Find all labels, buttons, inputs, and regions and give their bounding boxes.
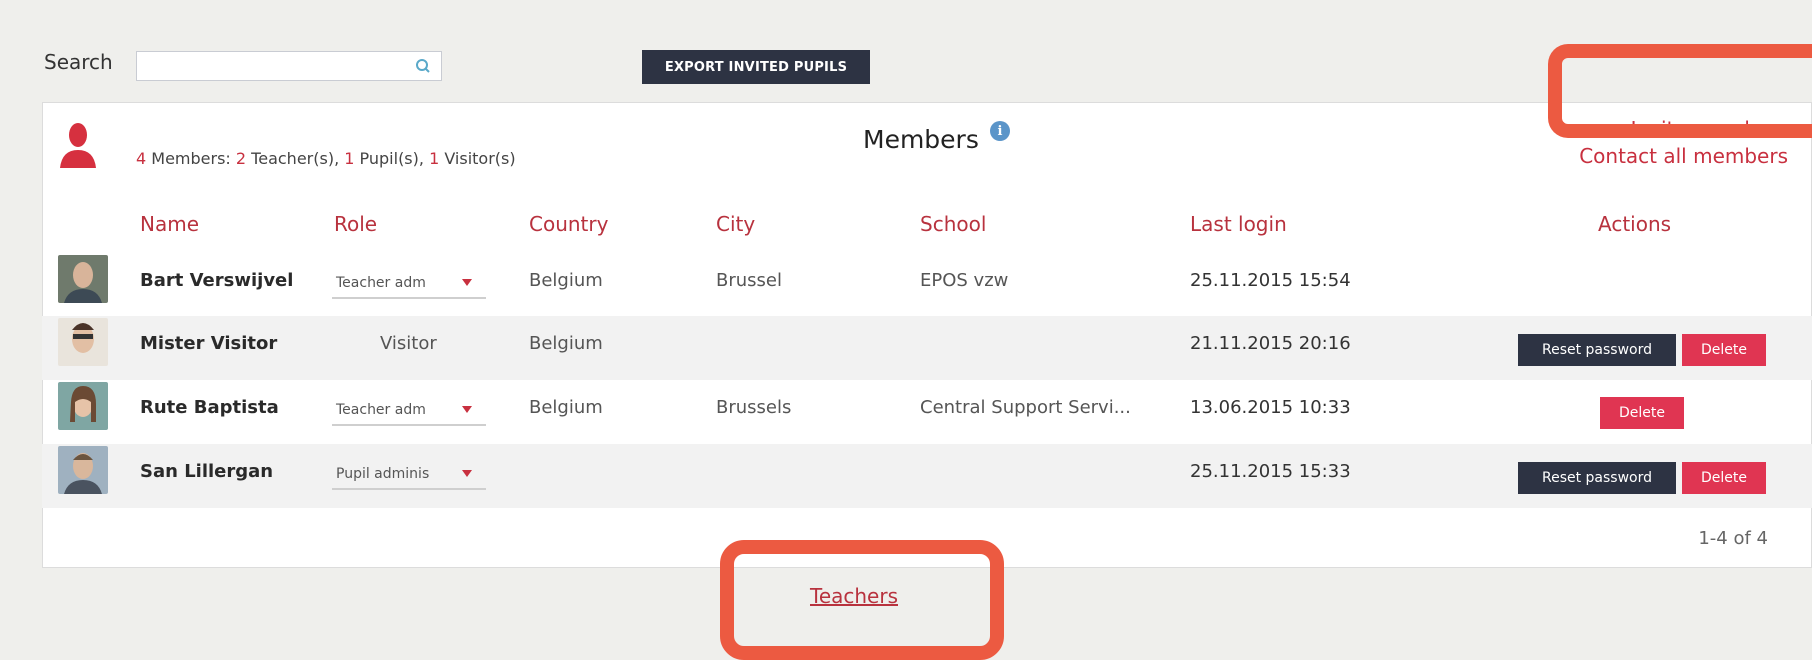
summary-count: 4 [136, 149, 147, 168]
summary-text: Visitor(s) [439, 149, 516, 168]
summary-text: Members: [146, 149, 236, 168]
chevron-down-icon [462, 406, 472, 413]
chevron-down-icon [462, 279, 472, 286]
column-header-last-login[interactable]: Last login [1190, 212, 1287, 236]
member-last-login: 21.11.2015 20:16 [1190, 333, 1351, 354]
reset-password-button[interactable]: Reset password [1518, 462, 1676, 494]
summary-teachers: 2 [235, 149, 247, 168]
avatar [58, 318, 108, 366]
member-name[interactable]: Bart Verswijvel [140, 270, 293, 291]
member-country: Belgium [529, 333, 603, 354]
user-icon [60, 123, 96, 168]
column-header-role[interactable]: Role [334, 212, 377, 236]
member-role: Visitor [380, 333, 437, 354]
member-country: Belgium [529, 270, 603, 291]
highlight-box-invite [1548, 44, 1812, 138]
role-select-value: Teacher adm [336, 402, 426, 418]
delete-button[interactable]: Delete [1682, 462, 1766, 494]
summary-visitors: 1 [429, 149, 440, 168]
role-select[interactable]: Teacher adm [332, 396, 486, 426]
page-title: Members [863, 125, 979, 154]
member-last-login: 25.11.2015 15:54 [1190, 270, 1351, 291]
summary-text: Teacher(s), [246, 149, 345, 168]
search-icon[interactable] [415, 58, 431, 74]
highlight-box-teachers [720, 540, 1004, 660]
chevron-down-icon [462, 470, 472, 477]
role-select[interactable]: Pupil adminis [332, 460, 486, 490]
summary-text: Pupil(s), [354, 149, 430, 168]
summary-pupils: 1 [344, 149, 355, 168]
pagination-count: 1-4 of 4 [1698, 528, 1768, 549]
role-select-value: Pupil adminis [336, 466, 430, 482]
contact-all-members-link[interactable]: Contact all members [1540, 144, 1788, 168]
delete-button[interactable]: Delete [1600, 397, 1684, 429]
member-last-login: 25.11.2015 15:33 [1190, 461, 1351, 482]
reset-password-button[interactable]: Reset password [1518, 334, 1676, 366]
member-name[interactable]: Mister Visitor [140, 333, 277, 354]
role-select-value: Teacher adm [336, 275, 426, 291]
search-input[interactable] [136, 51, 442, 81]
avatar [58, 446, 108, 494]
member-city: Brussels [716, 397, 792, 418]
column-header-city[interactable]: City [716, 212, 755, 236]
column-header-country[interactable]: Country [529, 212, 608, 236]
column-header-name[interactable]: Name [140, 212, 199, 236]
member-name[interactable]: San Lillergan [140, 461, 273, 482]
member-last-login: 13.06.2015 10:33 [1190, 397, 1351, 418]
members-summary: 4 Members: 2 Teacher(s), 1 Pupil(s), 1 V… [136, 149, 516, 168]
member-city: Brussel [716, 270, 782, 291]
export-invited-pupils-button[interactable]: EXPORT INVITED PUPILS [642, 50, 870, 84]
info-icon[interactable]: i [990, 121, 1010, 141]
column-header-actions: Actions [1598, 212, 1672, 236]
member-school: Central Support Servi... [920, 397, 1131, 418]
member-name[interactable]: Rute Baptista [140, 397, 279, 418]
avatar [58, 255, 108, 303]
search-label: Search [44, 50, 113, 74]
role-select[interactable]: Teacher adm [332, 269, 486, 299]
member-school: EPOS vzw [920, 270, 1009, 291]
avatar [58, 382, 108, 430]
member-country: Belgium [529, 397, 603, 418]
column-header-school[interactable]: School [920, 212, 986, 236]
delete-button[interactable]: Delete [1682, 334, 1766, 366]
